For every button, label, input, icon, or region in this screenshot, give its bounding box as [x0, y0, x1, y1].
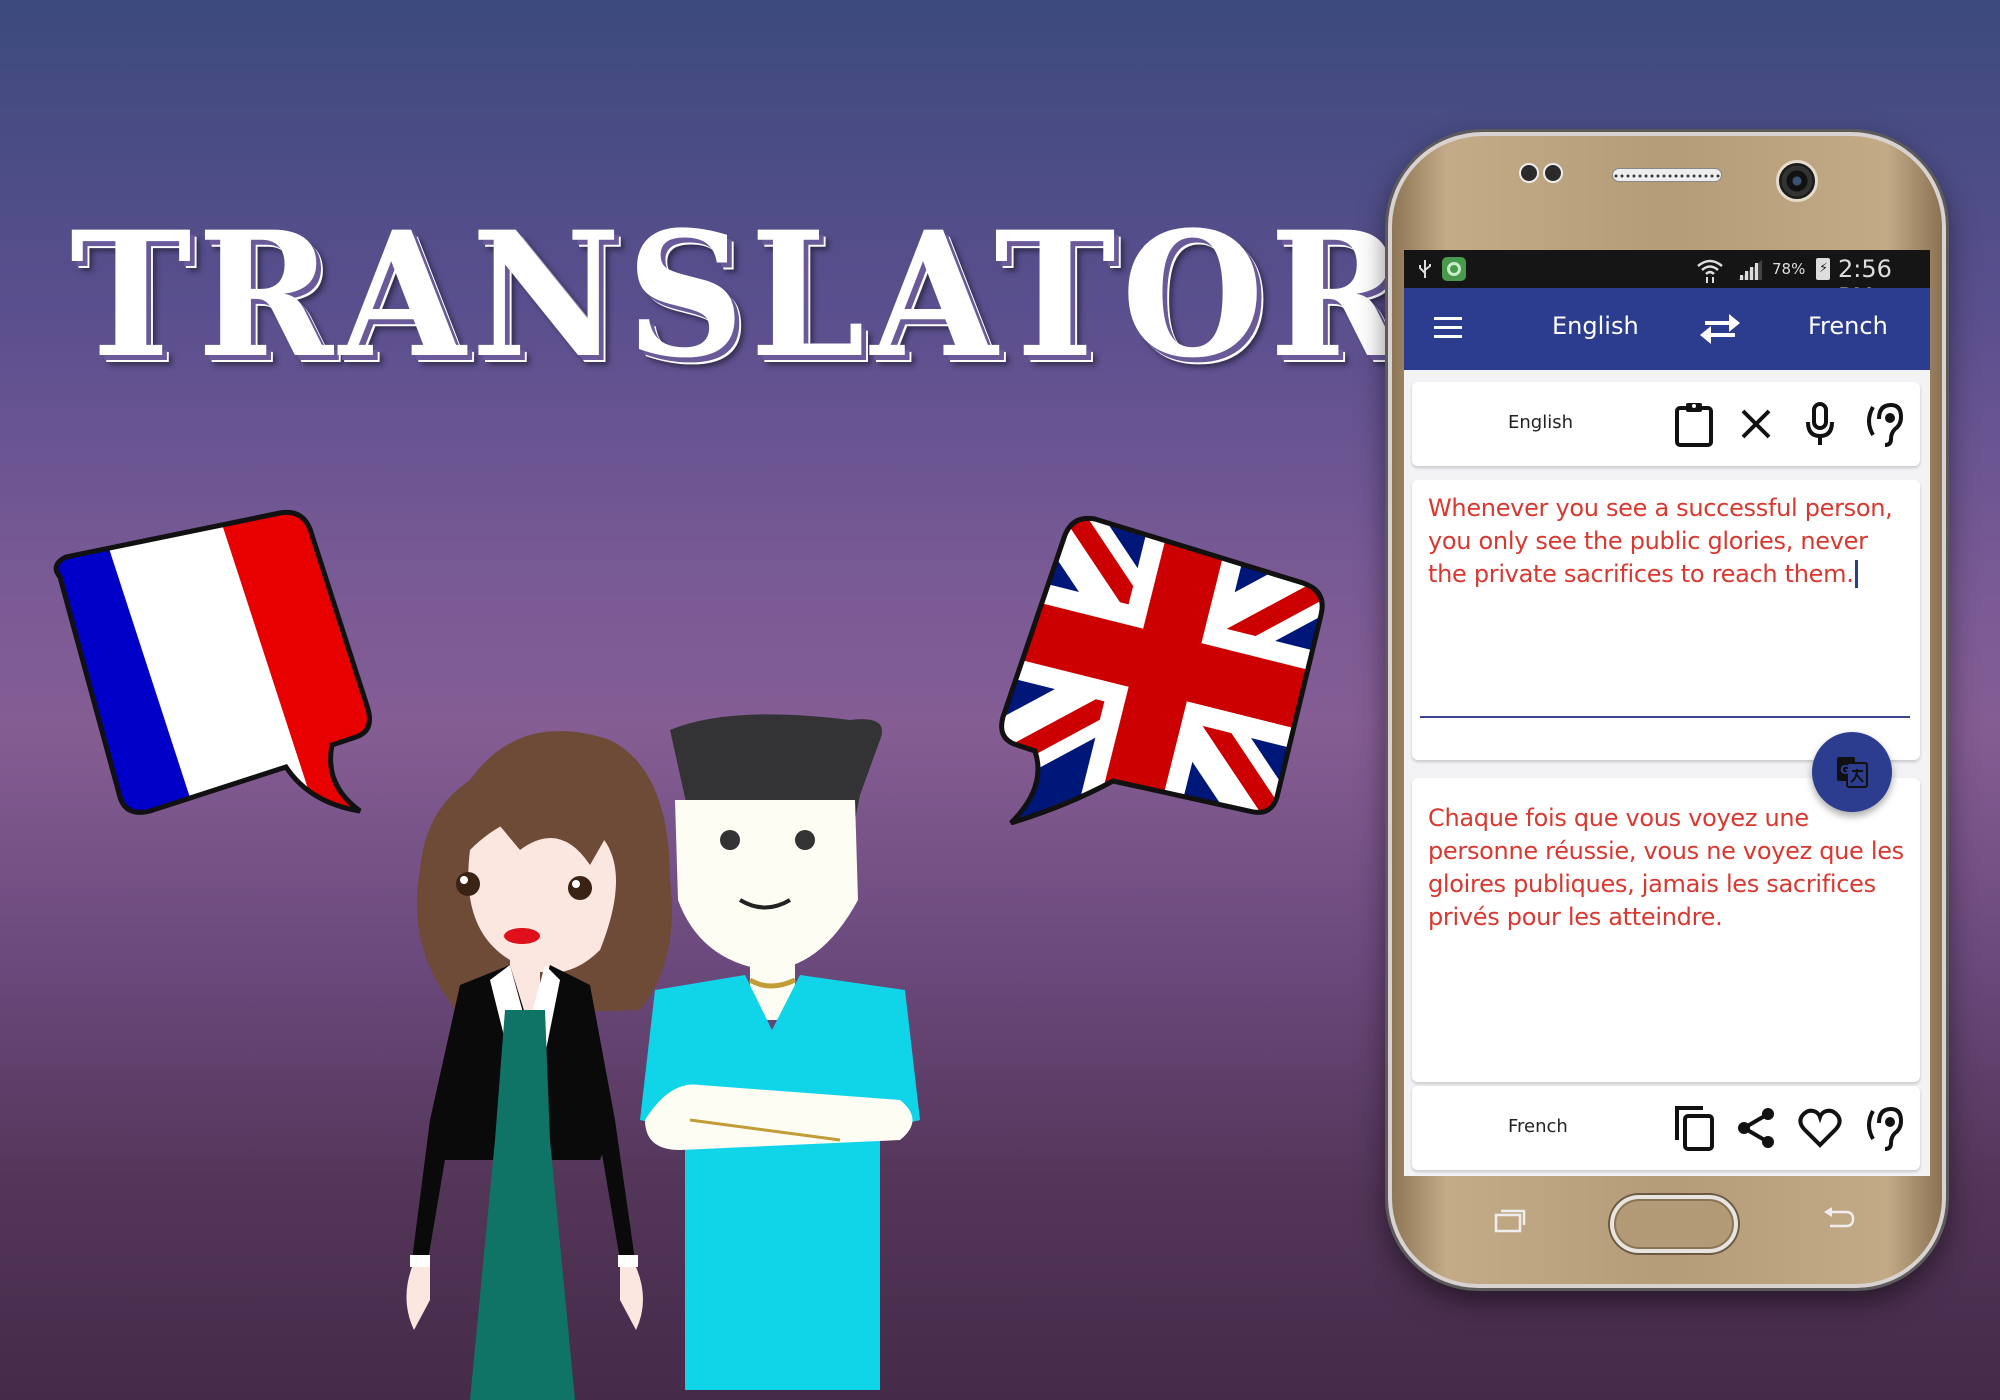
hamburger-menu-icon[interactable]: [1434, 317, 1462, 339]
clear-button[interactable]: [1732, 400, 1780, 448]
source-text: Whenever you see a successful person, yo…: [1428, 494, 1893, 588]
signal-icon: [1738, 260, 1762, 280]
usb-icon: [1419, 260, 1431, 278]
earpiece-speaker: [1612, 168, 1722, 182]
man-tshirt: [640, 975, 920, 1390]
listen-target-button[interactable]: [1860, 1104, 1908, 1152]
share-icon: [1738, 1108, 1774, 1148]
wifi-icon: [1697, 259, 1723, 283]
france-flag-bubble: [53, 509, 372, 815]
translate-button[interactable]: G: [1812, 732, 1892, 812]
battery-icon: ⚡: [1816, 258, 1830, 280]
woman-right-eye: [568, 876, 592, 900]
target-language-label: French: [1508, 1116, 1568, 1137]
swap-arrows-icon[interactable]: [1699, 312, 1741, 346]
copy-icon: [1675, 1106, 1714, 1151]
uk-flag-bubble: [999, 515, 1325, 825]
app-notification-icon: [1442, 257, 1466, 281]
target-language-selector[interactable]: French: [1808, 312, 1888, 340]
clipboard-icon: [1675, 403, 1713, 447]
heart-icon: [1798, 1108, 1842, 1148]
proximity-sensor: [1519, 163, 1539, 183]
output-card: Chaque fois que vous voyez une personne …: [1412, 778, 1920, 1082]
hearing-icon: [1867, 402, 1903, 447]
woman-left-eye: [456, 872, 480, 896]
back-icon[interactable]: [1822, 1206, 1856, 1232]
recent-apps-icon[interactable]: [1494, 1207, 1526, 1233]
status-bar: 78% ⚡ 2:56 PM: [1404, 250, 1930, 311]
battery-percent: 78%: [1772, 260, 1806, 278]
source-toolbar: English: [1412, 382, 1920, 466]
input-card: Whenever you see a successful person, yo…: [1412, 480, 1920, 760]
svg-text:G: G: [1840, 763, 1850, 777]
microphone-icon: [1806, 402, 1834, 445]
woman-character: [406, 731, 672, 1400]
hearing-icon: [1867, 1106, 1903, 1151]
favorite-button[interactable]: [1796, 1104, 1844, 1152]
source-text-input[interactable]: Whenever you see a successful person, yo…: [1428, 492, 1908, 591]
banner-title: TRANSLATOR: [70, 193, 1411, 396]
paste-button[interactable]: [1670, 400, 1718, 448]
woman-lips: [504, 928, 540, 944]
close-icon: [1741, 409, 1771, 439]
people-illustration: [406, 714, 920, 1400]
input-underline: [1420, 716, 1910, 718]
man-character: [640, 714, 920, 1390]
listen-source-button[interactable]: [1860, 400, 1908, 448]
copy-button[interactable]: [1670, 1104, 1718, 1152]
app-bar: English French: [1404, 288, 1930, 370]
home-button[interactable]: [1610, 1195, 1738, 1253]
target-toolbar: French: [1412, 1086, 1920, 1170]
share-button[interactable]: [1732, 1104, 1780, 1152]
google-translate-icon: G: [1837, 757, 1868, 788]
front-camera: [1776, 160, 1818, 202]
source-language-label: English: [1508, 412, 1573, 433]
light-sensor: [1543, 163, 1563, 183]
text-cursor: [1854, 560, 1858, 588]
phone-screen: 78% ⚡ 2:56 PM English French English: [1404, 250, 1930, 1176]
source-language-selector[interactable]: English: [1552, 312, 1639, 340]
voice-input-button[interactable]: [1796, 400, 1844, 448]
translated-text: Chaque fois que vous voyez une personne …: [1428, 804, 1904, 931]
